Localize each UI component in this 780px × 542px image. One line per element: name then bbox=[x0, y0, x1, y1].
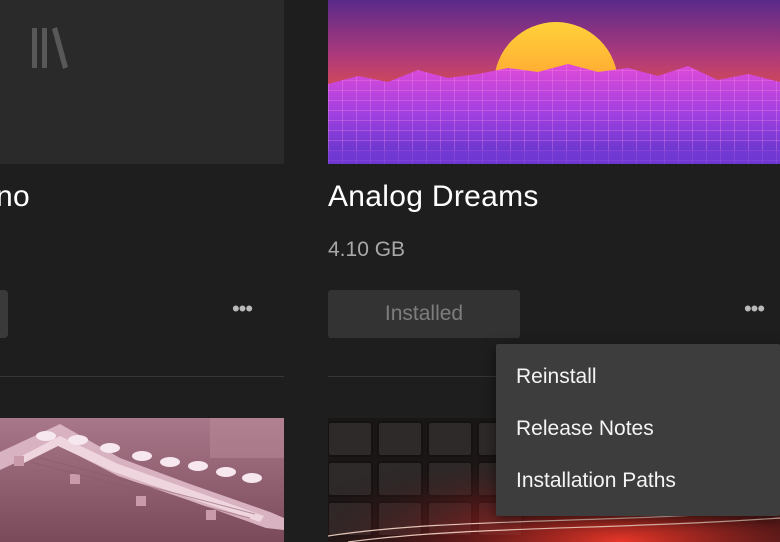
library-icon bbox=[32, 27, 68, 69]
installed-button[interactable]: Installed bbox=[328, 290, 520, 338]
product-thumbnail-ornament[interactable] bbox=[0, 418, 284, 542]
menu-item-release-notes[interactable]: Release Notes bbox=[516, 417, 654, 441]
context-menu: Reinstall Release Notes Installation Pat… bbox=[496, 344, 780, 516]
product-title: Analog Dreams bbox=[328, 180, 539, 213]
more-options-button[interactable]: ••• bbox=[222, 296, 262, 322]
action-button[interactable] bbox=[0, 290, 8, 338]
more-options-button[interactable]: ••• bbox=[734, 296, 774, 322]
product-thumbnail-synthwave[interactable] bbox=[328, 0, 780, 164]
product-card-left: no ••• bbox=[0, 0, 284, 542]
menu-item-reinstall[interactable]: Reinstall bbox=[516, 365, 597, 389]
menu-item-installation-paths[interactable]: Installation Paths bbox=[516, 469, 676, 493]
product-title: no bbox=[0, 180, 30, 213]
product-size: 4.10 GB bbox=[328, 238, 406, 261]
divider bbox=[0, 376, 284, 377]
product-thumbnail-placeholder[interactable] bbox=[0, 0, 284, 164]
